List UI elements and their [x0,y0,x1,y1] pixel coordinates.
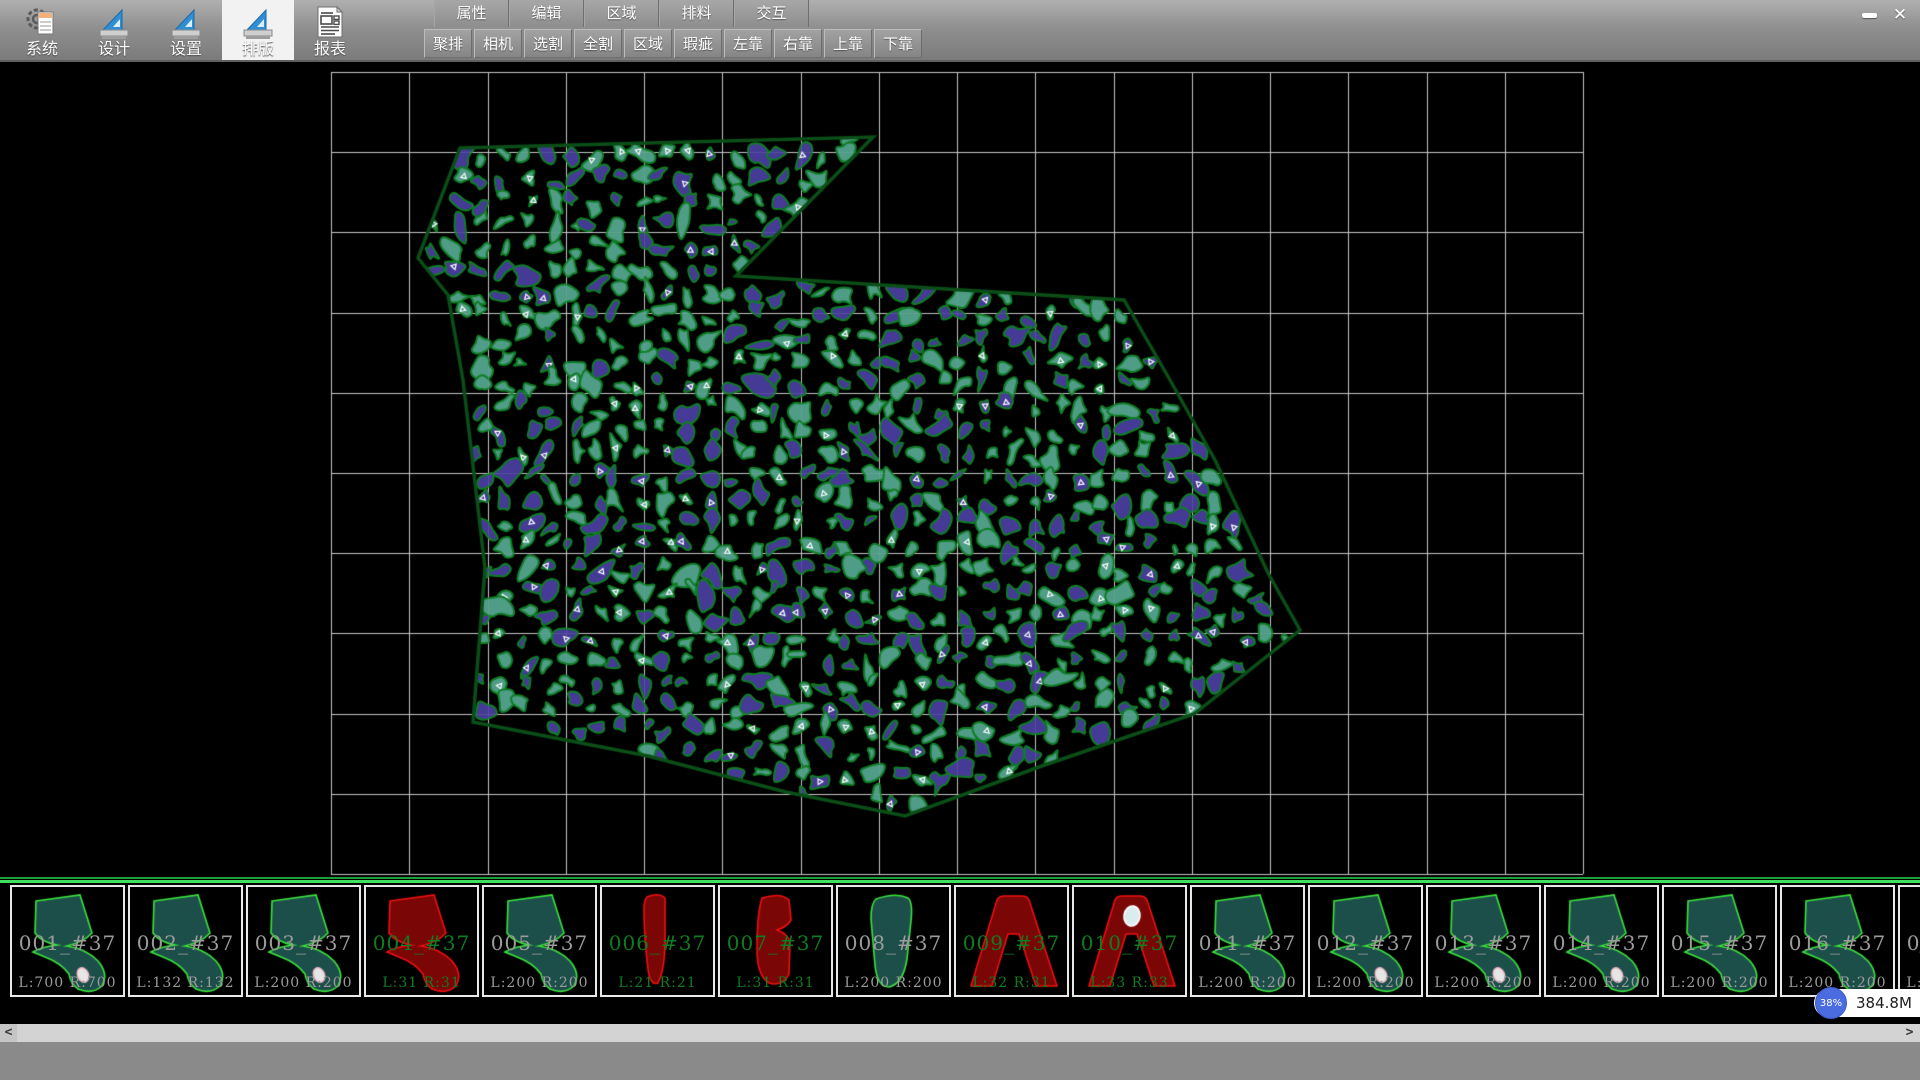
piece-thumbnail[interactable]: 004_#37 L:31 R:31 [364,885,479,997]
window-controls: ✕ [1855,3,1914,27]
piece-thumbnail[interactable]: 014_#37 L:200 R:200 [1544,885,1659,997]
tool-button[interactable]: 瑕疵 [674,29,722,58]
piece-id-label: 013_#37 [1428,931,1539,955]
tool-button[interactable]: 下靠 [874,29,922,58]
piece-lr-count-label: L:132 R:132 [130,975,241,991]
piece-lr-count-label: L:200 R:200 [1310,975,1421,991]
tool-button[interactable]: 上靠 [824,29,872,58]
menu-tab[interactable]: 交互 [734,0,809,27]
tool-button-bar: 聚排相机选割全割区域瑕疵左靠右靠上靠下靠 [424,29,922,58]
piece-thumbnail[interactable]: 017_#37 L:200 R:200 [1898,885,1920,997]
minimize-button[interactable] [1855,3,1883,27]
piece-thumbnail[interactable]: 002_#37 L:132 R:132 [128,885,243,997]
piece-id-label: 003_#37 [248,931,359,955]
piece-lr-count-label: L:700 R:700 [12,975,123,991]
piece-lr-count-label: L:31 R:31 [720,975,831,991]
ribbon-big-button[interactable]: 设计 [78,0,150,60]
piece-thumbnail[interactable]: 010_#37 L:33 R:33 [1072,885,1187,997]
tool-button[interactable]: 聚排 [424,29,472,58]
nesting-workspace-canvas[interactable] [0,60,1920,877]
scroll-left-icon[interactable]: < [0,1024,17,1042]
ribbon-big-buttons: 系统 设计 设置 排版 报表 [6,0,366,60]
piece-lr-count-label: L:33 R:33 [1074,975,1185,991]
tool-button[interactable]: 选割 [524,29,572,58]
piece-id-label: 001_#37 [12,931,123,955]
piece-thumbnail[interactable]: 005_#37 L:200 R:200 [482,885,597,997]
piece-lr-count-label: L:200 R:200 [1192,975,1303,991]
memory-usage-badge: 38% 384.8M [1814,989,1920,1017]
menu-tab[interactable]: 属性 [434,0,509,27]
scroll-right-icon[interactable]: > [1901,1024,1918,1042]
piece-lr-count-label: L:200 R:200 [1546,975,1657,991]
piece-lr-count-label: L:31 R:31 [366,975,477,991]
ribbon-big-button[interactable]: 设置 [150,0,222,60]
ribbon-big-button-label: 报表 [314,39,346,59]
piece-thumbnail[interactable]: 012_#37 L:200 R:200 [1308,885,1423,997]
horizontal-scrollbar[interactable]: < > [0,1024,1920,1042]
piece-lr-count-label: L:200 R:200 [838,975,949,991]
piece-id-label: 007_#37 [720,931,831,955]
piece-lr-count-label: L:200 R:200 [484,975,595,991]
ribbon-toolbar: 系统 设计 设置 排版 报表 属性编辑区域排料交互 聚排相机选割全割区域瑕疵左靠… [0,0,1920,62]
menu-tab[interactable]: 区域 [584,0,659,27]
piece-id-label: 017_#37 [1900,931,1920,955]
menu-tab[interactable]: 排料 [659,0,734,27]
set-square-icon [241,0,275,39]
tool-button[interactable]: 区域 [624,29,672,58]
piece-id-label: 006_#37 [602,931,713,955]
piece-id-label: 012_#37 [1310,931,1421,955]
close-icon: ✕ [1893,3,1907,27]
ribbon-big-button-label: 排版 [242,39,274,59]
piece-thumbnail[interactable]: 009_#37 L:32 R:31 [954,885,1069,997]
ribbon-big-button[interactable]: 排版 [222,0,294,60]
tool-button[interactable]: 左靠 [724,29,772,58]
piece-thumbnail[interactable]: 011_#37 L:200 R:200 [1190,885,1305,997]
menu-tab[interactable]: 编辑 [509,0,584,27]
set-square-icon [169,0,203,39]
ribbon-big-button[interactable]: 系统 [6,0,78,60]
piece-id-label: 011_#37 [1192,931,1303,955]
piece-thumbnail[interactable]: 015_#37 L:200 R:200 [1662,885,1777,997]
close-button[interactable]: ✕ [1886,3,1914,27]
piece-id-label: 005_#37 [484,931,595,955]
ribbon-big-button-label: 设计 [98,39,130,59]
piece-id-label: 004_#37 [366,931,477,955]
status-bar [0,1042,1920,1080]
piece-lr-count-label: L:21 R:21 [602,975,713,991]
menu-tab-bar: 属性编辑区域排料交互 [434,0,809,27]
piece-thumbnail[interactable]: 003_#37 L:200 R:200 [246,885,361,997]
piece-id-label: 009_#37 [956,931,1067,955]
strip-accent-line-dark [0,877,1920,879]
piece-lr-count-label: L:200 R:200 [248,975,359,991]
piece-lr-count-label: L:32 R:31 [956,975,1067,991]
ribbon-big-button[interactable]: 报表 [294,0,366,60]
piece-lr-count-label: L:200 R:200 [1428,975,1539,991]
tool-button[interactable]: 全割 [574,29,622,58]
strip-accent-line-bright [0,880,1920,883]
report-document-icon [313,0,347,39]
ribbon-big-button-label: 设置 [170,39,202,59]
piece-thumbnail[interactable]: 016_#37 L:200 R:200 [1780,885,1895,997]
gear-document-icon [25,0,59,39]
piece-lr-count-label: L:200 R:200 [1664,975,1775,991]
piece-id-label: 014_#37 [1546,931,1657,955]
piece-id-label: 008_#37 [838,931,949,955]
minimize-icon [1862,13,1877,18]
set-square-icon [97,0,131,39]
tool-button[interactable]: 相机 [474,29,522,58]
piece-thumbnail[interactable]: 008_#37 L:200 R:200 [836,885,951,997]
piece-thumbnail[interactable]: 007_#37 L:31 R:31 [718,885,833,997]
piece-thumbnail[interactable]: 001_#37 L:700 R:700 [10,885,125,997]
piece-id-label: 016_#37 [1782,931,1893,955]
piece-id-label: 010_#37 [1074,931,1185,955]
progress-percent-badge: 38% [1815,987,1847,1019]
piece-thumbnail[interactable]: 013_#37 L:200 R:200 [1426,885,1541,997]
piece-id-label: 002_#37 [130,931,241,955]
piece-thumbnail[interactable]: 006_#37 L:21 R:21 [600,885,715,997]
ribbon-big-button-label: 系统 [26,39,58,59]
tool-button[interactable]: 右靠 [774,29,822,58]
memory-usage-value: 384.8M [1856,994,1912,1012]
piece-id-label: 015_#37 [1664,931,1775,955]
piece-thumbnail-strip: 001_#37 L:700 R:700 002_#37 L:132 R:132 … [10,885,1920,997]
